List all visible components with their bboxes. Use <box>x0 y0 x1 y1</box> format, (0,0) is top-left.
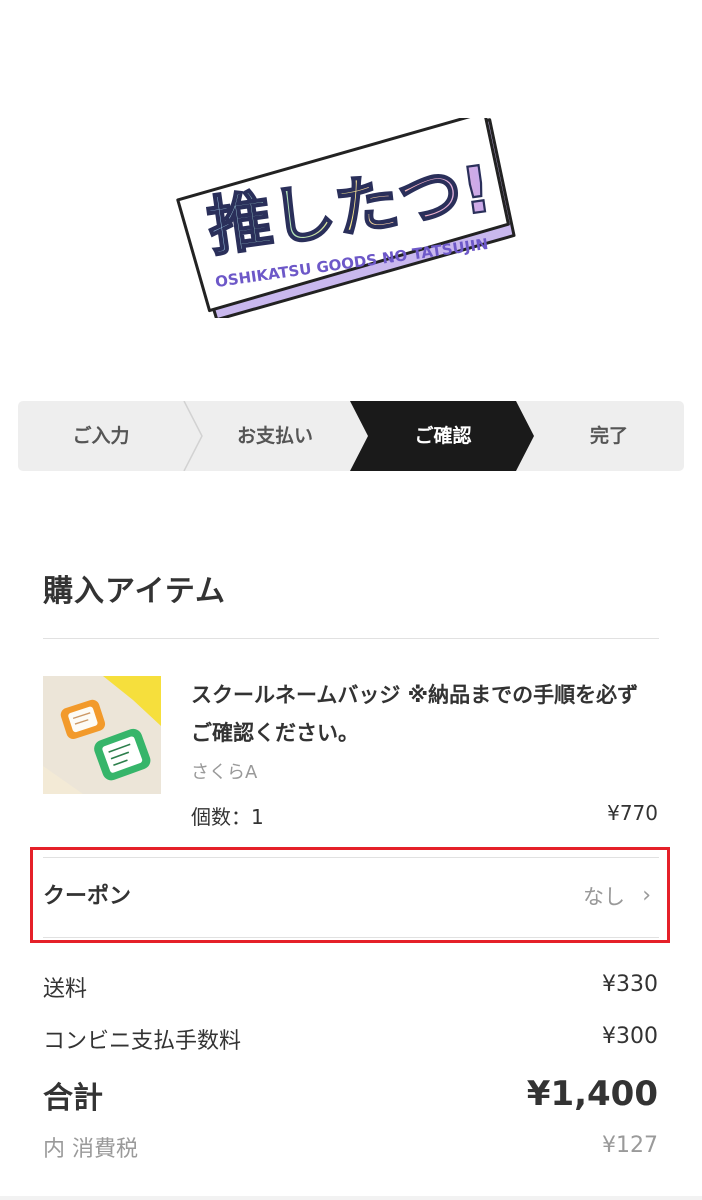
item-quantity: 個数：1 <box>191 805 264 829</box>
badge-photo <box>43 676 161 794</box>
shipping-label: 送料 <box>43 977 88 1002</box>
logo-image: 推したつ! OSHIKATSU GOODS NO TATSUJIN <box>176 118 516 318</box>
site-logo[interactable]: 推したつ! OSHIKATSU GOODS NO TATSUJIN <box>168 118 534 318</box>
item-thumbnail <box>43 676 161 794</box>
bottom-edge <box>0 1196 702 1200</box>
shipping-value: ¥330 <box>602 972 658 997</box>
checkout-steps: ご入力 お支払い ご確認 完了 <box>18 401 684 471</box>
divider <box>43 638 659 639</box>
tax-label: 内 消費税 <box>43 1137 138 1162</box>
step-payment: お支払い <box>236 425 313 447</box>
total-label: 合計 <box>43 1081 103 1116</box>
tax-value: ¥127 <box>602 1133 658 1158</box>
step-confirm: ご確認 <box>414 425 472 447</box>
section-title: 購入アイテム <box>43 574 226 609</box>
highlight-box <box>30 847 670 943</box>
step-input: ご入力 <box>72 425 130 447</box>
step-complete: 完了 <box>589 425 628 447</box>
item-variant: さくらA <box>191 762 258 783</box>
fee-value: ¥300 <box>602 1024 658 1049</box>
fee-label: コンビニ支払手数料 <box>43 1029 242 1054</box>
total-value: ¥1,400 <box>526 1074 658 1114</box>
item-name: スクールネームバッジ ※納品までの手順を必ずご確認ください。 <box>191 683 639 745</box>
item-price: ¥770 <box>607 801 658 825</box>
